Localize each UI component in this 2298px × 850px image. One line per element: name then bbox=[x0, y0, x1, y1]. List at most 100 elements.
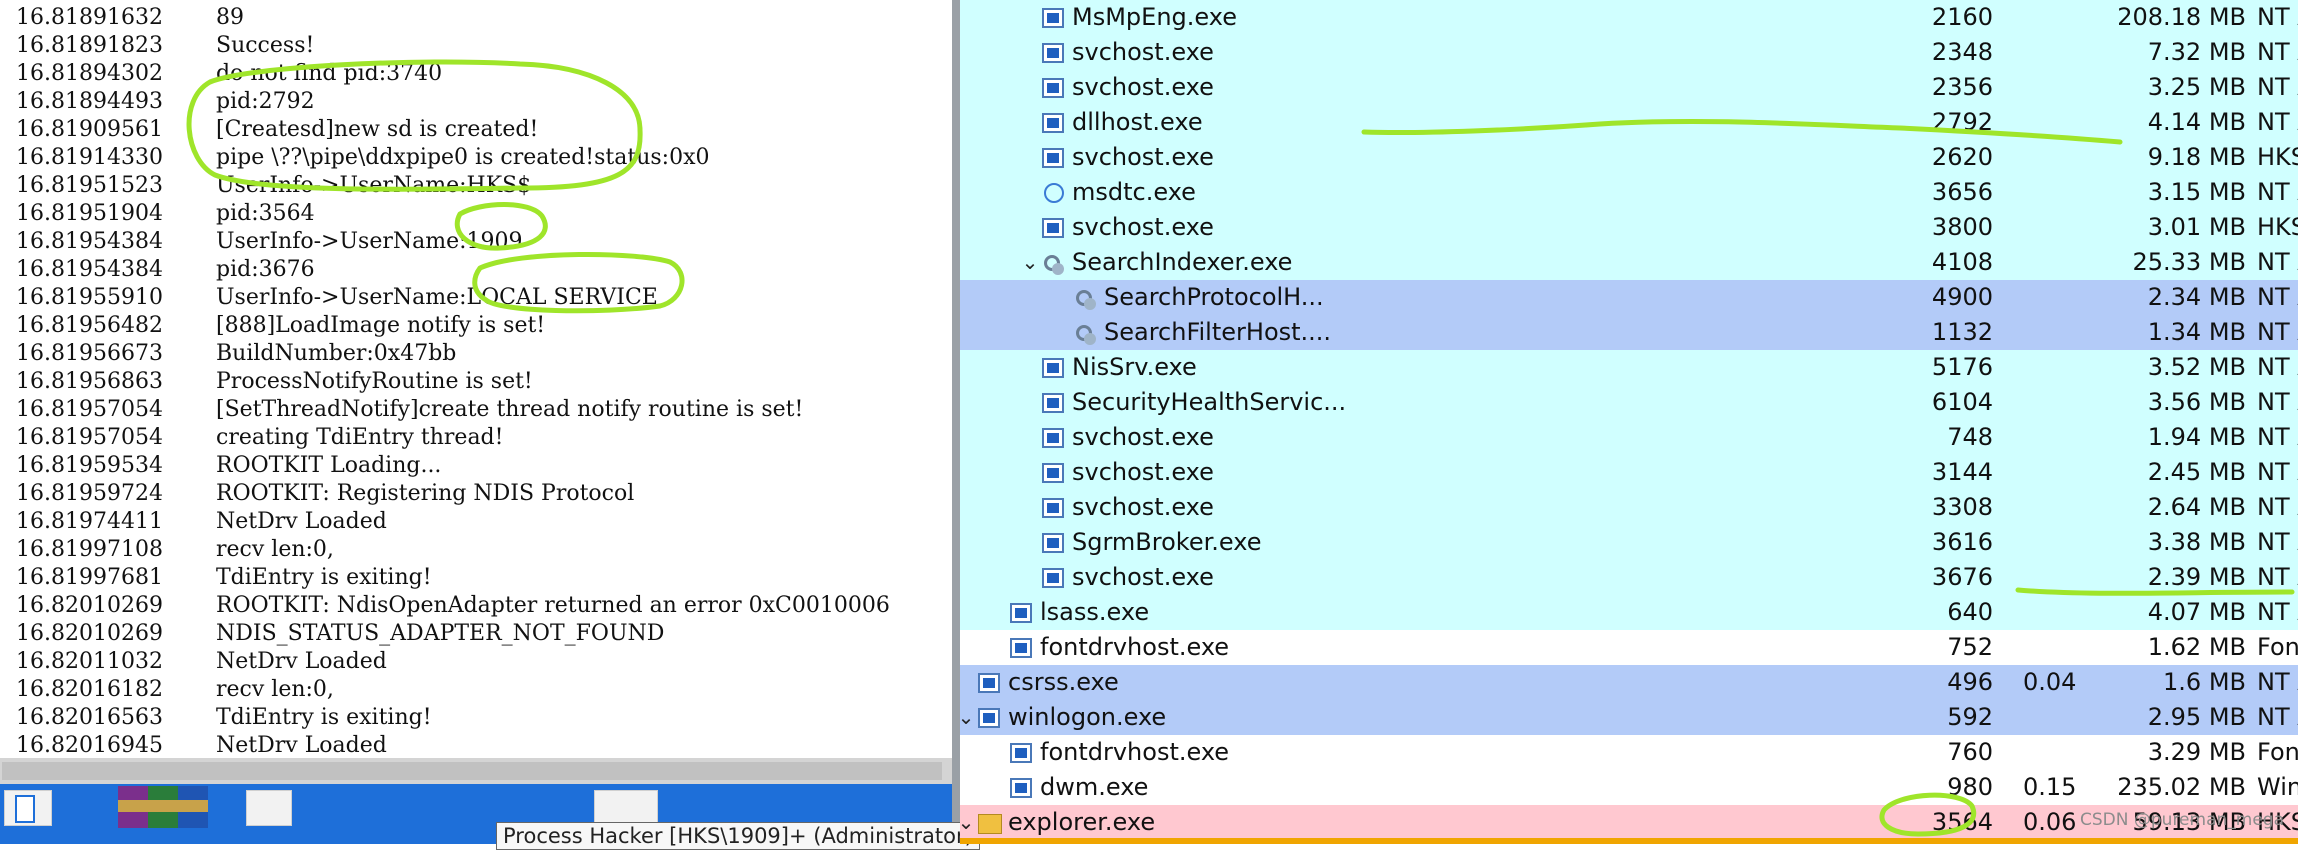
process-row[interactable]: csrss.exe4960.041.6 MBNT AUTHORITY\SYSTE… bbox=[960, 665, 2298, 700]
log-message: NetDrv Loaded bbox=[216, 649, 387, 674]
process-row[interactable]: fontdrvhost.exe7603.29 MBFont Driver Hos… bbox=[960, 735, 2298, 770]
process-private-bytes: 2.39 MB bbox=[2147, 563, 2246, 591]
process-row[interactable]: ⌄winlogon.exe5922.95 MBNT AUTHORITY\SYST… bbox=[960, 700, 2298, 735]
process-private-bytes: 2.34 MB bbox=[2147, 283, 2246, 311]
log-timestamp: 16.81957054 bbox=[16, 425, 163, 450]
taskbar-button[interactable] bbox=[246, 790, 292, 826]
process-row[interactable]: MsMpEng.exe2160208.18 MBNT AUTHORITY\SYS… bbox=[960, 0, 2298, 35]
log-message: pid:3676 bbox=[216, 257, 315, 282]
taskbar-button[interactable] bbox=[594, 790, 658, 826]
process-row[interactable]: ⌄SearchIndexer.exe410825.33 MBNT AUTHORI… bbox=[960, 245, 2298, 280]
process-row[interactable]: SgrmBroker.exe36163.38 MBNT AUTHORITY\SY… bbox=[960, 525, 2298, 560]
process-private-bytes: 7.32 MB bbox=[2147, 38, 2246, 66]
file-icon[interactable] bbox=[4, 790, 52, 826]
log-timestamp: 16.81956863 bbox=[16, 369, 163, 394]
log-timestamp: 16.81894493 bbox=[16, 89, 163, 114]
process-private-bytes: 2.95 MB bbox=[2147, 703, 2246, 731]
log-horizontal-scrollbar[interactable] bbox=[0, 758, 952, 784]
log-message: NetDrv Loaded bbox=[216, 733, 387, 758]
process-user-name: NT AUTHORITY\SYSTEM bbox=[2257, 318, 2298, 346]
log-timestamp: 16.81951523 bbox=[16, 173, 163, 198]
log-message: 89 bbox=[216, 5, 244, 30]
log-message: UserInfo->UserName:HKS$ bbox=[216, 173, 532, 198]
process-row[interactable]: SearchProtocolH...49002.34 MBNT AUTHORIT… bbox=[960, 280, 2298, 315]
process-row[interactable]: svchost.exe33082.64 MBNT AUTHORITY\SYSTE… bbox=[960, 490, 2298, 525]
process-private-bytes: 1.6 MB bbox=[2163, 668, 2246, 696]
process-private-bytes: 3.25 MB bbox=[2147, 73, 2246, 101]
process-user-name: NT AUTHORITY\SYSTEM bbox=[2257, 528, 2298, 556]
process-row[interactable]: fontdrvhost.exe7521.62 MBFont Driver Hos… bbox=[960, 630, 2298, 665]
log-timestamp: 16.82016182 bbox=[16, 677, 163, 702]
process-private-bytes: 3.29 MB bbox=[2147, 738, 2246, 766]
log-timestamp: 16.81894302 bbox=[16, 61, 163, 86]
winrar-icon[interactable] bbox=[118, 786, 210, 828]
log-message: UserInfo->UserName:LOCAL SERVICE bbox=[216, 285, 658, 310]
process-private-bytes: 9.18 MB bbox=[2147, 143, 2246, 171]
process-private-bytes: 3.01 MB bbox=[2147, 213, 2246, 241]
process-user-name: NT AUTHORITY\SYSTEM bbox=[2257, 3, 2298, 31]
process-row[interactable]: dllhost.exe27924.14 MBNT AUTHORITY\SYSTE… bbox=[960, 105, 2298, 140]
process-row[interactable]: svchost.exe7481.94 MBNT AUTHORITY\LOCAL … bbox=[960, 420, 2298, 455]
process-user-name: NT AUTHORITY\LOCAL SERVICE bbox=[2257, 353, 2298, 381]
process-row[interactable]: SecurityHealthServic...61043.56 MBNT AUT… bbox=[960, 385, 2298, 420]
process-user-name: NT AUTHORITY\SYSTEM bbox=[2257, 248, 2298, 276]
process-private-bytes: 235.02 MB bbox=[2117, 773, 2246, 801]
process-user-name: NT AUTHORITY\LOCAL SERVICE bbox=[2257, 563, 2298, 591]
process-user-name: HKS\1909 bbox=[2257, 143, 2298, 171]
process-private-bytes: 2.45 MB bbox=[2147, 458, 2246, 486]
process-row[interactable]: svchost.exe23487.32 MBNT AUTHORITY\SYSTE… bbox=[960, 35, 2298, 70]
log-timestamp: 16.81957054 bbox=[16, 397, 163, 422]
log-timestamp: 16.81954384 bbox=[16, 229, 163, 254]
log-message: ROOTKIT: Registering NDIS Protocol bbox=[216, 481, 635, 506]
log-timestamp: 16.81891632 bbox=[16, 5, 163, 30]
log-scrollbar-thumb[interactable] bbox=[2, 762, 942, 780]
process-row[interactable]: msdtc.exe36563.15 MBNT AUTHORITY\NETWORK… bbox=[960, 175, 2298, 210]
log-message: recv len:0, bbox=[216, 537, 334, 562]
process-user-name: NT AUTHORITY\SYSTEM bbox=[2257, 388, 2298, 416]
process-user-name: Font Driver Host\UMFD-0 bbox=[2257, 633, 2298, 661]
process-row[interactable]: svchost.exe36762.39 MBNT AUTHORITY\LOCAL… bbox=[960, 560, 2298, 595]
process-user-name: NT AUTHORITY\SYSTEM bbox=[2257, 493, 2298, 521]
process-tree[interactable]: MsMpEng.exe2160208.18 MBNT AUTHORITY\SYS… bbox=[960, 0, 2298, 844]
log-message: recv len:0, bbox=[216, 677, 334, 702]
process-row[interactable]: svchost.exe38003.01 MBHKS\1909 bbox=[960, 210, 2298, 245]
log-timestamp: 16.81914330 bbox=[16, 145, 163, 170]
log-timestamp: 16.82016563 bbox=[16, 705, 163, 730]
log-timestamp: 16.81959534 bbox=[16, 453, 163, 478]
process-row[interactable]: svchost.exe26209.18 MBHKS\1909 bbox=[960, 140, 2298, 175]
log-timestamp: 16.82016945 bbox=[16, 733, 163, 758]
taskbar-tooltip: Process Hacker [HKS\1909]+ (Administrato… bbox=[496, 822, 980, 850]
process-private-bytes: 3.15 MB bbox=[2147, 178, 2246, 206]
process-row[interactable]: svchost.exe23563.25 MBNT AUTHORITY\SYSTE… bbox=[960, 70, 2298, 105]
process-user-name: HKS\1909 bbox=[2257, 213, 2298, 241]
debug-log-pane[interactable]: 16.81891632 89 16.81891823 Success! 16.81894… bbox=[0, 0, 952, 758]
log-message: BuildNumber:0x47bb bbox=[216, 341, 457, 366]
log-timestamp: 16.81956482 bbox=[16, 313, 163, 338]
process-private-bytes: 1.62 MB bbox=[2147, 633, 2246, 661]
process-user-name: NT AUTHORITY\SYSTEM bbox=[2257, 598, 2298, 626]
log-timestamp: 16.81997681 bbox=[16, 565, 163, 590]
process-private-bytes: 3.38 MB bbox=[2147, 528, 2246, 556]
process-user-name: NT AUTHORITY\SYSTEM bbox=[2257, 38, 2298, 66]
log-message: pipe \??\pipe\ddxpipe0 is created!status… bbox=[216, 145, 710, 170]
process-user-name: NT AUTHORITY\SYSTEM bbox=[2257, 458, 2298, 486]
window-divider bbox=[952, 0, 960, 844]
log-timestamp: 16.81974411 bbox=[16, 509, 163, 534]
process-user-name: NT AUTHORITY\SYSTEM bbox=[2257, 668, 2298, 696]
log-message: UserInfo->UserName:1909 bbox=[216, 229, 523, 254]
log-message: [Createsd]new sd is created! bbox=[216, 117, 539, 142]
process-row[interactable]: lsass.exe6404.07 MBNT AUTHORITY\SYSTEM bbox=[960, 595, 2298, 630]
process-row[interactable]: dwm.exe9800.15235.02 MBWindow Manager\DW… bbox=[960, 770, 2298, 805]
process-private-bytes: 1.34 MB bbox=[2147, 318, 2246, 346]
process-user-name: NT AUTHORITY\LOCAL SERVICE bbox=[2257, 423, 2298, 451]
process-user-name: Font Driver Host\UMFD-1 bbox=[2257, 738, 2298, 766]
process-row[interactable]: NisSrv.exe51763.52 MBNT AUTHORITY\LOCAL … bbox=[960, 350, 2298, 385]
process-private-bytes: 59.13 MB bbox=[2132, 808, 2246, 836]
process-row[interactable]: svchost.exe31442.45 MBNT AUTHORITY\SYSTE… bbox=[960, 455, 2298, 490]
log-message: TdiEntry is exiting! bbox=[216, 565, 432, 590]
process-row[interactable]: SearchFilterHost....11321.34 MBNT AUTHOR… bbox=[960, 315, 2298, 350]
log-timestamp: 16.81951904 bbox=[16, 201, 163, 226]
log-message: pid:2792 bbox=[216, 89, 315, 114]
log-timestamp: 16.81909561 bbox=[16, 117, 163, 142]
log-message: [SetThreadNotify]create thread notify ro… bbox=[216, 397, 804, 422]
